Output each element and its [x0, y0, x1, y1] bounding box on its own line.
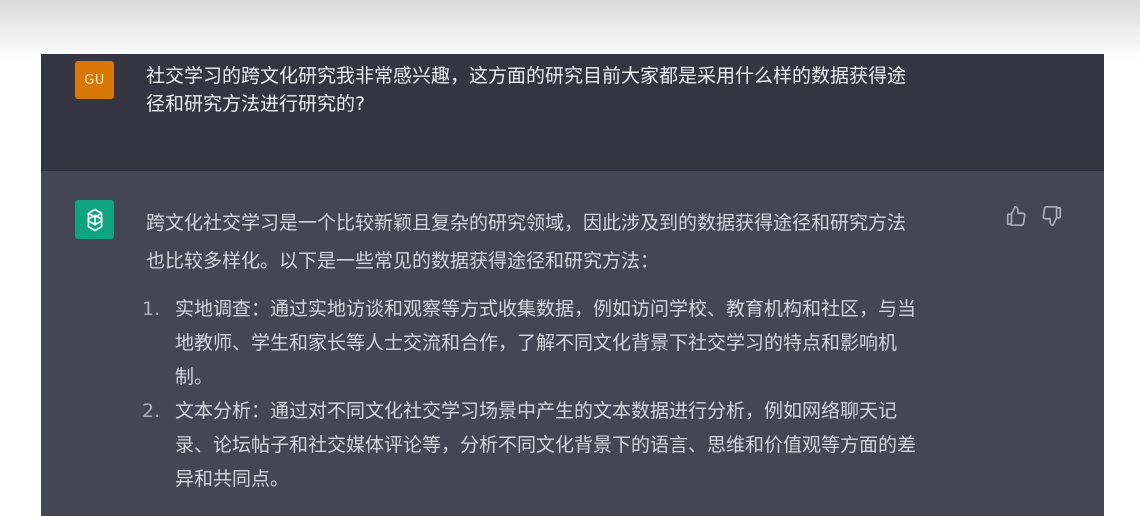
list-item-number: 2. — [142, 400, 161, 422]
list-item-line: 录、论坛帖子和社交媒体评论等，分析不同文化背景下的语言、思维和价值观等方面的差 — [175, 434, 917, 456]
openai-logo-icon — [75, 200, 114, 239]
method-list: 1. 实地调查：通过实地访谈和观察等方式收集数据，例如访问学校、教育机构和社区，… — [142, 292, 986, 496]
user-message: GU 社交学习的跨文化研究我非常感兴趣，这方面的研究目前大家都是采用什么样的数据… — [41, 54, 1104, 171]
thumbs-up-button[interactable] — [1004, 204, 1028, 228]
list-item-number: 1. — [142, 298, 161, 320]
assistant-intro: 跨文化社交学习是一个比较新颖且复杂的研究领域，因此涉及到的数据获得途径和研究方法… — [146, 204, 986, 280]
chat-thread: GU 社交学习的跨文化研究我非常感兴趣，这方面的研究目前大家都是采用什么样的数据… — [41, 54, 1104, 516]
user-avatar: GU — [75, 61, 114, 99]
assistant-intro-line: 也比较多样化。以下是一些常见的数据获得途径和研究方法： — [146, 250, 660, 272]
list-item-line: 制。 — [175, 366, 214, 388]
list-item-line: 地教师、学生和家长等人士交流和合作，了解不同文化背景下社交学习的特点和影响机 — [175, 332, 898, 354]
thumbs-up-icon — [1006, 206, 1026, 226]
thumbs-down-button[interactable] — [1040, 204, 1064, 228]
assistant-intro-line: 跨文化社交学习是一个比较新颖且复杂的研究领域，因此涉及到的数据获得途径和研究方法 — [146, 212, 907, 234]
thumbs-down-icon — [1042, 206, 1062, 226]
list-item-line: 实地调查：通过实地访谈和观察等方式收集数据，例如访问学校、教育机构和社区，与当 — [175, 298, 917, 320]
list-item: 2. 文本分析：通过对不同文化社交学习场景中产生的文本数据进行分析，例如网络聊天… — [142, 394, 986, 496]
user-message-text: 社交学习的跨文化研究我非常感兴趣，这方面的研究目前大家都是采用什么样的数据获得途… — [146, 62, 986, 118]
list-item: 1. 实地调查：通过实地访谈和观察等方式收集数据，例如访问学校、教育机构和社区，… — [142, 292, 986, 394]
assistant-message-text: 跨文化社交学习是一个比较新颖且复杂的研究领域，因此涉及到的数据获得途径和研究方法… — [142, 204, 986, 496]
list-item-line: 文本分析：通过对不同文化社交学习场景中产生的文本数据进行分析，例如网络聊天记 — [175, 400, 898, 422]
list-item-line: 异和共同点。 — [175, 468, 290, 490]
user-message-line: 径和研究方法进行研究的? — [146, 93, 366, 115]
feedback-buttons — [1004, 204, 1064, 228]
user-message-line: 社交学习的跨文化研究我非常感兴趣，这方面的研究目前大家都是采用什么样的数据获得途 — [146, 65, 907, 87]
